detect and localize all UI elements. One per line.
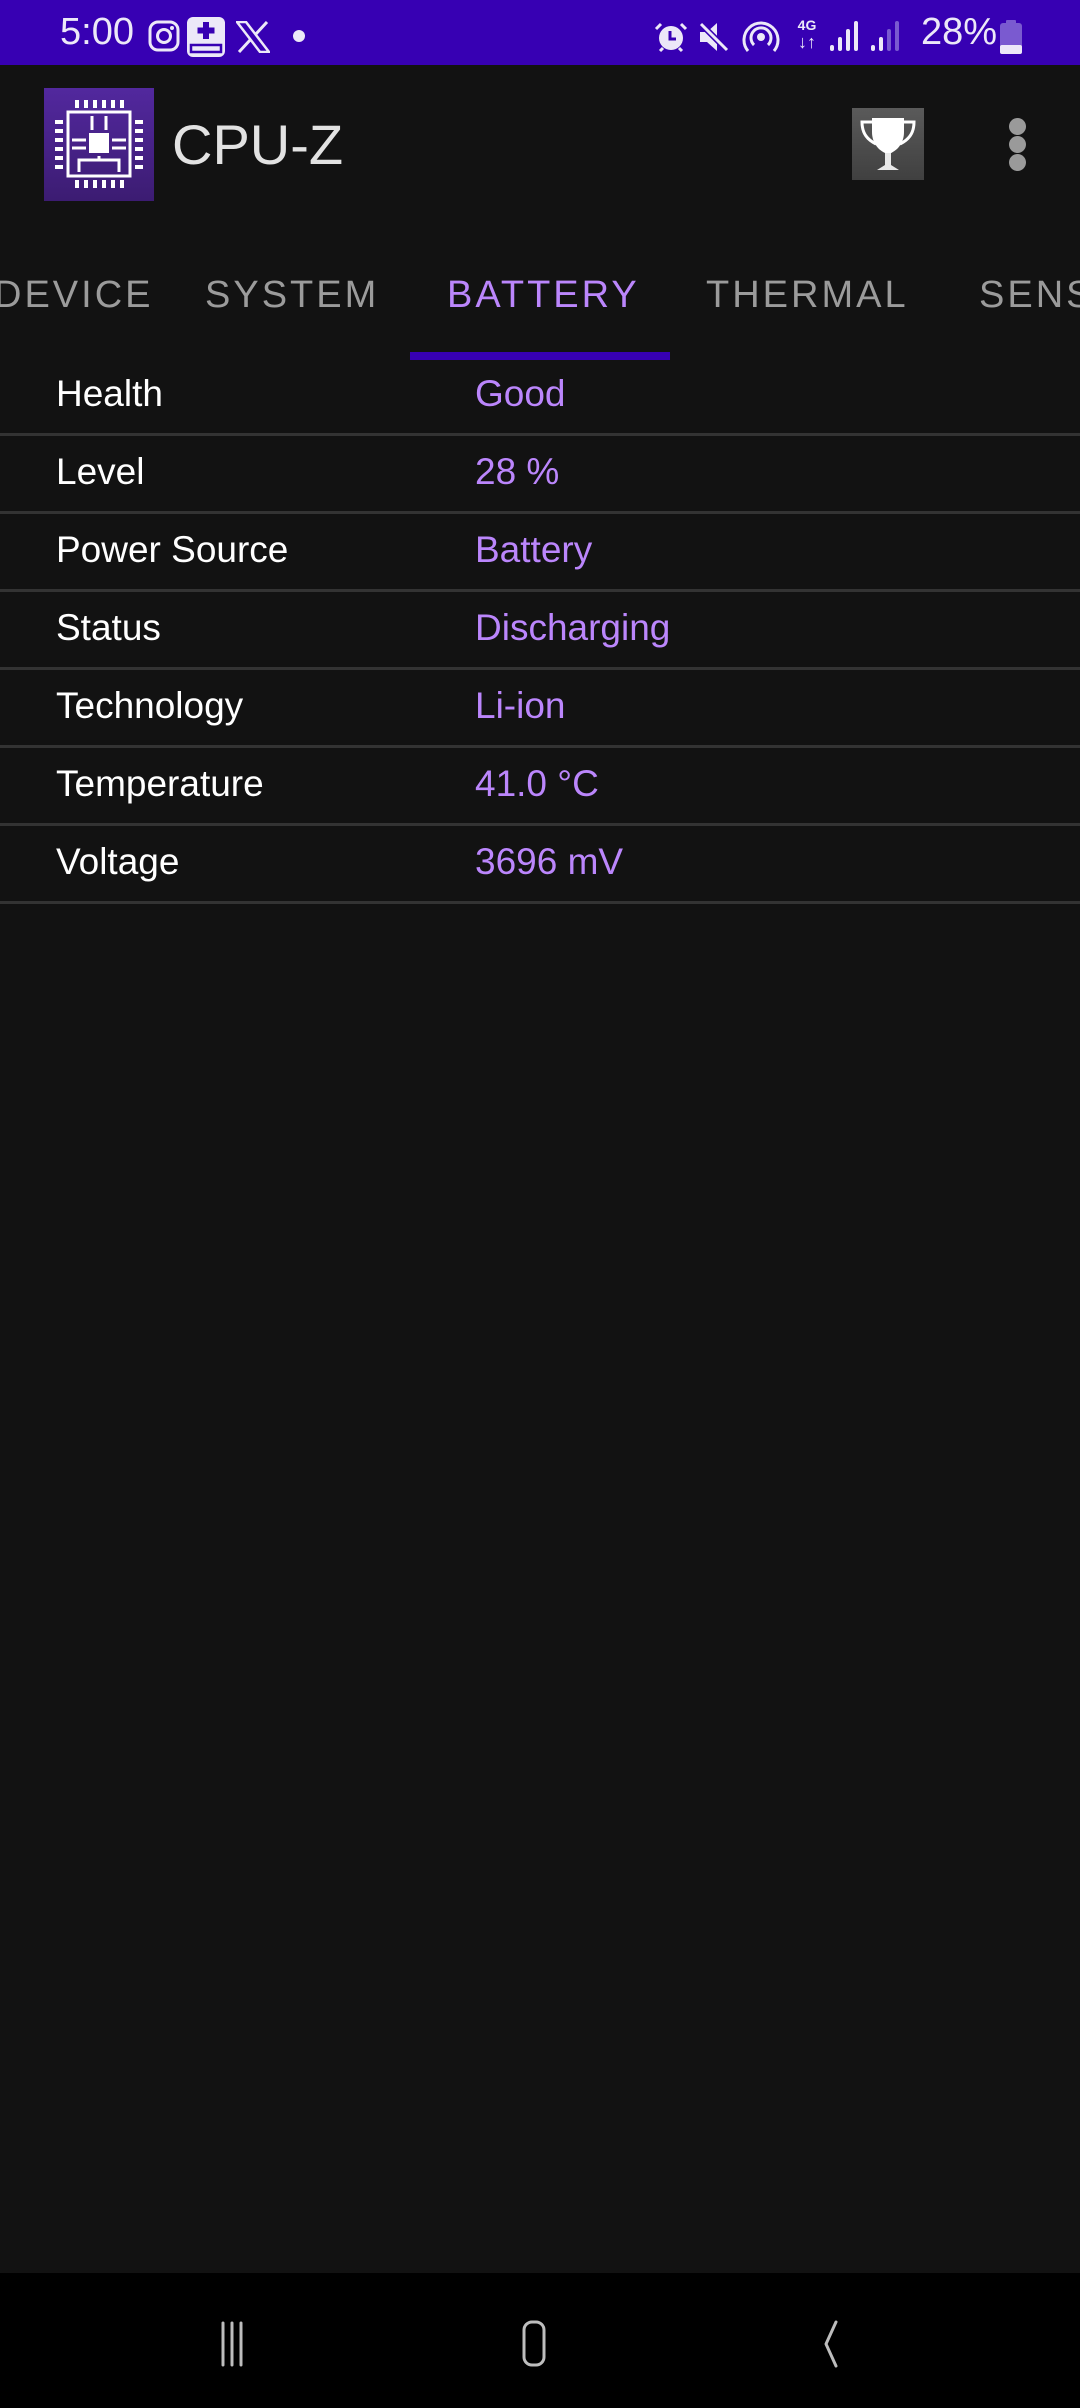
back-icon — [824, 2320, 838, 2368]
row-label: Level — [56, 451, 145, 492]
info-row-health: Health Good — [0, 358, 1080, 436]
mute-icon — [698, 21, 730, 53]
info-row-technology: Technology Li-ion — [0, 670, 1080, 748]
trophy-button[interactable] — [852, 108, 924, 180]
tab-battery[interactable]: BATTERY — [447, 274, 640, 316]
cpu-chip-icon — [55, 100, 143, 188]
status-time: 5:00 — [60, 11, 134, 53]
row-value: Battery — [475, 529, 593, 570]
more-vert-icon — [1009, 118, 1026, 135]
tab-bar: DEVICE SYSTEM BATTERY THERMAL SENS — [0, 250, 1080, 360]
x-twitter-icon — [236, 21, 270, 53]
info-row-power-source: Power Source Battery — [0, 514, 1080, 592]
info-row-level: Level 28 % — [0, 436, 1080, 514]
signal-icon-2 — [871, 21, 899, 51]
battery-percent: 28% — [921, 11, 998, 53]
medical-app-icon — [187, 17, 225, 57]
row-value: Good — [475, 373, 566, 414]
row-value: 28 % — [475, 451, 560, 492]
status-bar: 5:00 4G ↓↑ 28% — [0, 0, 1080, 65]
row-label: Power Source — [56, 529, 289, 570]
row-label: Voltage — [56, 841, 180, 882]
system-nav-bar — [0, 2273, 1080, 2408]
instagram-icon — [148, 20, 180, 52]
network-type-label: 4G — [797, 17, 817, 33]
tab-system[interactable]: SYSTEM — [205, 274, 379, 316]
hotspot-icon — [742, 21, 780, 52]
row-label: Status — [56, 607, 161, 648]
info-row-voltage: Voltage 3696 mV — [0, 826, 1080, 904]
row-label: Health — [56, 373, 163, 414]
row-value: Li-ion — [475, 685, 566, 726]
app-logo — [44, 88, 154, 201]
tab-thermal[interactable]: THERMAL — [706, 274, 909, 316]
tab-sensors[interactable]: SENS — [979, 274, 1080, 316]
row-value: 41.0 °C — [475, 763, 599, 804]
row-value: 3696 mV — [475, 841, 624, 882]
info-row-temperature: Temperature 41.0 °C — [0, 748, 1080, 826]
row-label: Technology — [56, 685, 244, 726]
notification-dot-icon — [293, 30, 305, 42]
signal-icon-1 — [830, 21, 858, 51]
app-title: CPU-Z — [172, 113, 344, 176]
trophy-icon — [860, 118, 916, 170]
home-button[interactable] — [492, 2303, 592, 2383]
more-options-button[interactable] — [1000, 118, 1036, 172]
battery-icon — [1000, 20, 1022, 54]
tab-device[interactable]: DEVICE — [0, 274, 153, 316]
home-icon — [522, 2320, 546, 2367]
row-value: Discharging — [475, 607, 671, 648]
recent-apps-button[interactable] — [191, 2303, 291, 2383]
alarm-icon — [654, 22, 688, 53]
info-row-status: Status Discharging — [0, 592, 1080, 670]
row-label: Temperature — [56, 763, 264, 804]
battery-info-list: Health Good Level 28 % Power Source Batt… — [0, 358, 1080, 904]
4g-data-icon: 4G ↓↑ — [797, 17, 817, 52]
recent-apps-icon — [221, 2321, 243, 2367]
back-button[interactable] — [796, 2303, 896, 2383]
